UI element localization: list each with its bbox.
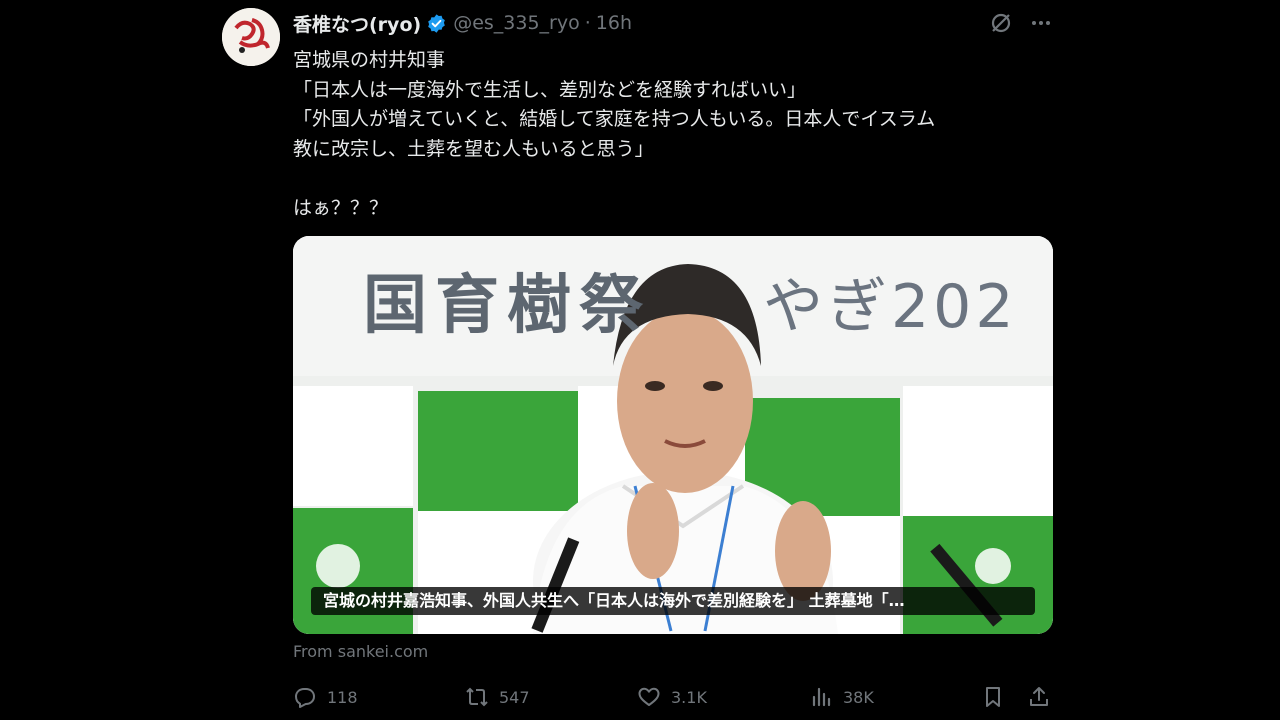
- link-card[interactable]: 国育樹祭 やぎ202 宮城の村井嘉浩知事、外国人共生へ「日本人は海外で差別経験を…: [293, 236, 1053, 634]
- tweet[interactable]: 香椎なつ(ryo) @es_335_ryo · 16h 宮城県の村井知事 「日本…: [222, 6, 1062, 720]
- card-banner-left: 国育樹祭: [363, 269, 651, 343]
- reply-button[interactable]: 118: [293, 682, 358, 712]
- separator: ·: [584, 12, 591, 34]
- grok-icon[interactable]: [988, 10, 1014, 36]
- more-icon[interactable]: [1028, 10, 1054, 36]
- views-icon: [809, 685, 833, 709]
- reply-icon: [293, 685, 317, 709]
- bookmark-icon: [981, 685, 1005, 709]
- tweet-text-line: はぁ？？？: [293, 196, 389, 219]
- views-button[interactable]: 38K: [809, 682, 874, 712]
- avatar[interactable]: [222, 8, 280, 66]
- views-count: 38K: [843, 687, 874, 707]
- repost-icon: [465, 685, 489, 709]
- tweet-text-line: 「外国人が増えていくと、結婚して家庭を持つ人もいる。日本人でイスラム: [293, 108, 936, 130]
- reply-count: 118: [327, 687, 358, 707]
- bookmark-button[interactable]: [981, 682, 1005, 712]
- display-name[interactable]: 香椎なつ(ryo): [293, 10, 421, 37]
- share-button[interactable]: [1027, 682, 1051, 712]
- like-count: 3.1K: [671, 687, 707, 707]
- tweet-text-line: 教に改宗し、土葬を望む人もいると思う」: [293, 137, 654, 160]
- tweet-text-line: 宮城県の村井知事: [293, 49, 446, 71]
- share-icon: [1027, 685, 1051, 709]
- like-button[interactable]: 3.1K: [637, 682, 707, 712]
- tweet-text-line: [293, 164, 1053, 194]
- repost-button[interactable]: 547: [465, 682, 530, 712]
- card-source[interactable]: From sankei.com: [293, 642, 428, 661]
- card-banner-right: やぎ202: [763, 272, 1018, 342]
- tweet-text-line: 「日本人は一度海外で生活し、差別などを経験すればいい」: [293, 78, 807, 101]
- card-caption[interactable]: 宮城の村井嘉浩知事、外国人共生へ「日本人は海外で差別経験を」 土葬墓地「…: [311, 587, 1035, 615]
- tweet-header: 香椎なつ(ryo) @es_335_ryo · 16h: [293, 8, 632, 38]
- like-icon: [637, 685, 661, 709]
- handle[interactable]: @es_335_ryo: [453, 12, 580, 34]
- action-bar: 118 547 3.1K 38K: [293, 682, 1063, 712]
- repost-count: 547: [499, 687, 530, 707]
- timestamp[interactable]: 16h: [596, 12, 632, 34]
- verified-badge-icon: [426, 13, 447, 34]
- tweet-text: 宮城県の村井知事 「日本人は一度海外で生活し、差別などを経験すればいい」 「外国…: [293, 46, 1053, 223]
